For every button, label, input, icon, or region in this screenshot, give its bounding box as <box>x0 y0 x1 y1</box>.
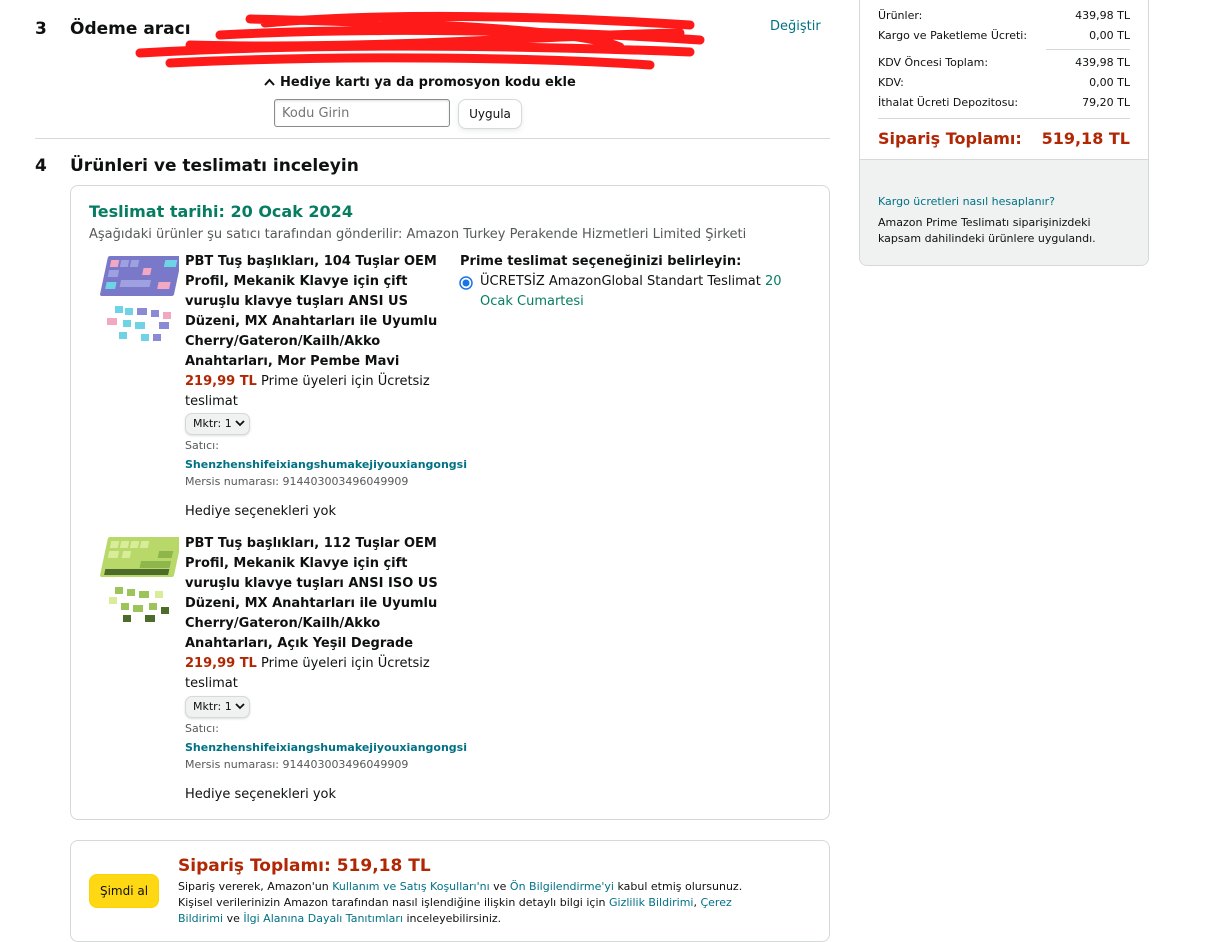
seller-link[interactable]: Shenzhenshifeixiangshumakejiyouxiangongs… <box>185 741 467 754</box>
delivery-option-label[interactable]: ÜCRETSİZ AmazonGlobal Standart Teslimat … <box>480 272 790 312</box>
bottom-order-total-label: Sipariş Toplamı: <box>178 856 331 876</box>
product-price-line: 219,99 TL Prime üyeleri için Ücretsiz te… <box>185 372 447 412</box>
summary-row-label: Ürünler: <box>878 9 923 22</box>
quantity-label: Mktr: <box>193 417 222 430</box>
product-title[interactable]: PBT Tuş başlıkları, 104 Tuşlar OEM Profi… <box>185 252 447 372</box>
bottom-order-total: Sipariş Toplamı: 519,18 TL <box>178 856 431 876</box>
legal-text-part: ve <box>226 912 240 925</box>
gift-options-text: Hediye seçenekleri yok <box>185 787 337 802</box>
gift-options-text: Hediye seçenekleri yok <box>185 504 337 519</box>
summary-row-vat: KDV: 0,00 TL <box>878 76 1130 89</box>
prime-note: Amazon Prime Teslimatı siparişinizdeki k… <box>878 216 1096 245</box>
seller-label: Satıcı: <box>185 722 219 735</box>
quantity-label: Mktr: <box>193 700 222 713</box>
section-number-payment: 3 <box>35 19 47 39</box>
shipped-by-text: Aşağıdaki ürünler şu satıcı tarafından g… <box>89 227 747 242</box>
summary-row-value: 79,20 TL <box>1082 96 1130 109</box>
delivery-date: Teslimat tarihi: 20 Ocak 2024 <box>89 202 353 221</box>
seller-label: Satıcı: <box>185 439 219 452</box>
seller-link[interactable]: Shenzhenshifeixiangshumakejiyouxiangongs… <box>185 458 467 471</box>
delivery-option-text: ÜCRETSİZ AmazonGlobal Standart Teslimat <box>480 274 761 289</box>
summary-row-shipping: Kargo ve Paketleme Ücreti: 0,00 TL <box>878 29 1130 42</box>
shipping-calc-link[interactable]: Kargo ücretleri nasıl hesaplanır? <box>878 195 1055 208</box>
summary-divider <box>1046 49 1130 50</box>
mersis-number: Mersis numarası: 914403003496049909 <box>185 475 409 488</box>
summary-row-value: 0,00 TL <box>1089 29 1130 42</box>
summary-row-label: Kargo ve Paketleme Ücreti: <box>878 29 1028 42</box>
quantity-value: 1 <box>224 417 232 430</box>
summary-row-subtotal: KDV Öncesi Toplam: 439,98 TL <box>878 56 1130 69</box>
promo-code-toggle[interactable]: Hediye kartı ya da promosyon kodu ekle <box>264 75 576 90</box>
mersis-number: Mersis numarası: 914403003496049909 <box>185 758 409 771</box>
buy-now-button[interactable]: Şimdi al <box>89 874 159 908</box>
chevron-down-icon <box>235 417 245 430</box>
quantity-dropdown[interactable]: Mktr: 1 <box>185 696 251 718</box>
legal-text-part: ve <box>493 880 507 893</box>
summary-divider <box>878 118 1130 119</box>
review-section-title: Ürünleri ve teslimatı inceleyin <box>70 156 359 176</box>
chevron-up-icon <box>264 75 275 90</box>
summary-row-label: İthalat Ücreti Depozitosu: <box>878 96 1019 109</box>
privacy-notice-link[interactable]: Gizlilik Bildirimi <box>609 896 694 909</box>
delivery-option-radio[interactable] <box>459 275 473 294</box>
summary-row-value: 439,98 TL <box>1075 9 1130 22</box>
change-payment-link[interactable]: Değiştir <box>770 19 821 34</box>
section-divider <box>35 138 830 139</box>
terms-link[interactable]: Kullanım ve Satış Koşulları'nı <box>332 880 489 893</box>
product-price-line: 219,99 TL Prime üyeleri için Ücretsiz te… <box>185 654 447 694</box>
legal-text-part: Sipariş vererek, Amazon'un <box>178 880 329 893</box>
pre-information-link[interactable]: Ön Bilgilendirme'yi <box>510 880 614 893</box>
summary-row-import-deposit: İthalat Ücreti Depozitosu: 79,20 TL <box>878 96 1130 109</box>
product-image-keycaps-green[interactable] <box>93 533 182 629</box>
order-total-value: 519,18 TL <box>1041 129 1130 148</box>
section-number-review: 4 <box>35 156 47 176</box>
product-price: 219,99 TL <box>185 374 257 389</box>
delivery-option-heading: Prime teslimat seçeneğinizi belirleyin: <box>460 254 742 269</box>
redaction-scribble <box>135 11 705 70</box>
order-total: Sipariş Toplamı: 519,18 TL <box>878 129 1130 148</box>
promo-code-input[interactable] <box>274 99 450 127</box>
summary-row-label: KDV Öncesi Toplam: <box>878 56 989 69</box>
legal-text: Sipariş vererek, Amazon'un Kullanım ve S… <box>178 880 743 925</box>
summary-row-label: KDV: <box>878 76 904 89</box>
summary-row-items: Ürünler: 439,98 TL <box>878 9 1130 22</box>
product-title[interactable]: PBT Tuş başlıkları, 112 Tuşlar OEM Profi… <box>185 534 447 654</box>
quantity-value: 1 <box>224 700 232 713</box>
interest-ads-link[interactable]: İlgi Alanına Dayalı Tanıtımları <box>243 912 403 925</box>
product-image-keycaps-purple[interactable] <box>93 252 182 348</box>
bottom-order-total-value: 519,18 TL <box>336 856 431 876</box>
chevron-down-icon <box>235 700 245 713</box>
product-price: 219,99 TL <box>185 656 257 671</box>
apply-promo-button[interactable]: Uygula <box>458 99 522 129</box>
promo-code-toggle-label: Hediye kartı ya da promosyon kodu ekle <box>280 75 576 90</box>
summary-row-value: 439,98 TL <box>1075 56 1130 69</box>
quantity-dropdown[interactable]: Mktr: 1 <box>185 413 251 435</box>
summary-row-value: 0,00 TL <box>1089 76 1130 89</box>
legal-text-part: inceleyebilirsiniz. <box>406 912 502 925</box>
summary-footer <box>860 159 1148 265</box>
order-total-label: Sipariş Toplamı: <box>878 129 1022 148</box>
